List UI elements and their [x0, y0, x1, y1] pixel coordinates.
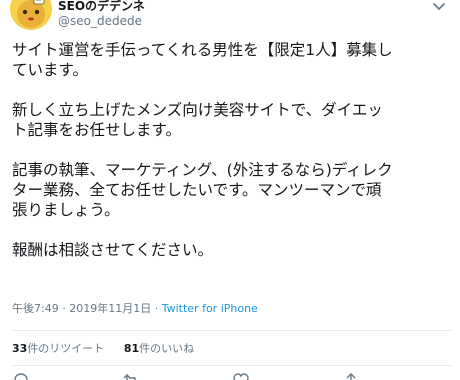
- avatar[interactable]: [10, 0, 52, 30]
- dedenne-avatar-icon: [10, 0, 52, 30]
- tweet-paragraph: サイト運営を手伝ってくれる男性を【限定1人】募集し ています。: [12, 41, 393, 79]
- tweet-meta: 午後7:49 · 2019年11月1日 · Twitter for iPhone: [12, 302, 258, 316]
- chevron-down-icon[interactable]: [430, 0, 448, 16]
- share-icon[interactable]: [342, 372, 360, 380]
- retweet-icon[interactable]: [122, 372, 140, 380]
- tweet-paragraph: 報酬は相談させてください。: [12, 241, 214, 259]
- tweet-text: サイト運営を手伝ってくれる男性を【限定1人】募集し ています。 新しく立ち上げた…: [12, 40, 454, 260]
- heart-icon[interactable]: [232, 372, 250, 380]
- tweet-card: SEOのデデンネ @seo_dedede サイト運営を手伝ってくれる男性を【限定…: [0, 0, 460, 380]
- meta-separator: ·: [58, 302, 70, 315]
- tweet-client-link[interactable]: Twitter for iPhone: [162, 302, 258, 315]
- tweet-date[interactable]: 2019年11月1日: [69, 302, 151, 315]
- tweet-time[interactable]: 午後7:49: [12, 302, 59, 315]
- tweet-paragraph: 新しく立ち上げたメンズ向け美容サイトで、ダイエッ ト記事をお任せします。: [12, 101, 383, 139]
- meta-separator: ·: [151, 302, 162, 315]
- retweets-stat[interactable]: 33件のリツイート: [12, 342, 104, 356]
- retweets-count: 33: [12, 342, 28, 355]
- divider: [12, 330, 452, 331]
- retweets-label: 件のリツイート: [27, 342, 105, 355]
- username[interactable]: @seo_dedede: [58, 13, 145, 29]
- tweet-actions: [12, 372, 452, 380]
- likes-count: 81: [123, 342, 140, 355]
- tweet-stats: 33件のリツイート 81件のいいね: [12, 342, 194, 356]
- reply-icon[interactable]: [12, 372, 30, 380]
- tweet-paragraph: 記事の執筆、マーケティング、(外注するなら)ディレク ター業務、全てお任せしたい…: [12, 161, 393, 219]
- likes-stat[interactable]: 81件のいいね: [124, 342, 194, 356]
- author-block[interactable]: SEOのデデンネ @seo_dedede: [58, 0, 145, 29]
- display-name[interactable]: SEOのデデンネ: [58, 0, 145, 13]
- divider: [12, 365, 452, 366]
- likes-label: 件のいいね: [139, 342, 195, 355]
